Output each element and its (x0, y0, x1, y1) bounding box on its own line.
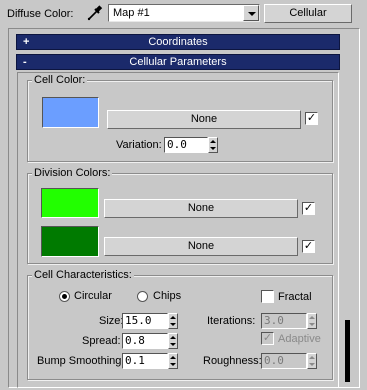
roughness-input[interactable]: 0.0 (261, 353, 307, 369)
division-color-1-map-button[interactable]: None (104, 199, 298, 218)
fractal-checkbox[interactable] (261, 290, 274, 303)
division-colors-title: Division Colors: (32, 166, 113, 180)
spread-spinner[interactable] (168, 333, 178, 349)
division-color-1-map-checkbox[interactable]: ✓ (302, 202, 315, 215)
spread-label: Spread: (82, 335, 121, 347)
adaptive-label: Adaptive (278, 333, 321, 345)
cell-characteristics-title: Cell Characteristics: (32, 268, 134, 282)
circular-radio[interactable] (59, 291, 70, 302)
adaptive-checkbox[interactable]: ✓ (261, 332, 274, 345)
cell-color-map-button[interactable]: None (107, 110, 301, 129)
rollout-coordinates-title: Coordinates (148, 36, 208, 48)
diffuse-color-label: Diffuse Color: (7, 8, 74, 20)
eyedropper-icon[interactable] (86, 4, 104, 22)
division-color-1-swatch[interactable] (41, 188, 99, 218)
size-label: Size: (99, 315, 124, 327)
spread-input[interactable]: 0.8 (122, 333, 168, 349)
variation-label: Variation: (116, 139, 162, 151)
map-name-value: Map #1 (113, 7, 150, 19)
panel-scrollbar[interactable] (345, 320, 350, 382)
chevron-down-icon[interactable] (243, 5, 259, 21)
map-type-button[interactable]: Cellular (264, 4, 352, 23)
circular-label: Circular (74, 290, 112, 302)
map-name-dropdown[interactable]: Map #1 (108, 4, 260, 22)
cell-color-map-checkbox[interactable]: ✓ (305, 112, 318, 125)
roughness-label: Roughness: (203, 355, 262, 367)
variation-spinner[interactable] (208, 137, 218, 153)
cell-color-title: Cell Color: (32, 73, 88, 87)
fractal-label: Fractal (278, 291, 312, 303)
iterations-spinner[interactable] (307, 313, 317, 329)
division-color-2-map-checkbox[interactable]: ✓ (302, 240, 315, 253)
iterations-input[interactable]: 3.0 (261, 313, 307, 329)
division-color-2-map-button[interactable]: None (104, 237, 298, 256)
variation-input[interactable]: 0.0 (164, 137, 208, 153)
roughness-spinner[interactable] (307, 353, 317, 369)
material-header: Diffuse Color: Map #1 Cellular (0, 0, 367, 28)
chips-radio[interactable] (137, 291, 148, 302)
cell-color-swatch[interactable] (42, 97, 99, 128)
rollout-cellular-parameters[interactable]: - Cellular Parameters (16, 54, 340, 70)
bump-smoothing-input[interactable]: 0.1 (122, 353, 168, 369)
chips-label: Chips (153, 290, 182, 302)
rollout-coordinates[interactable]: + Coordinates (16, 34, 340, 50)
iterations-label: Iterations: (207, 315, 256, 327)
division-color-2-swatch[interactable] (41, 226, 99, 257)
bump-smoothing-label: Bump Smoothing: (37, 355, 125, 367)
rollout-cellular-title: Cellular Parameters (129, 56, 227, 68)
size-input[interactable]: 15.0 (122, 313, 168, 329)
bump-smoothing-spinner[interactable] (168, 353, 178, 369)
size-spinner[interactable] (168, 313, 178, 329)
